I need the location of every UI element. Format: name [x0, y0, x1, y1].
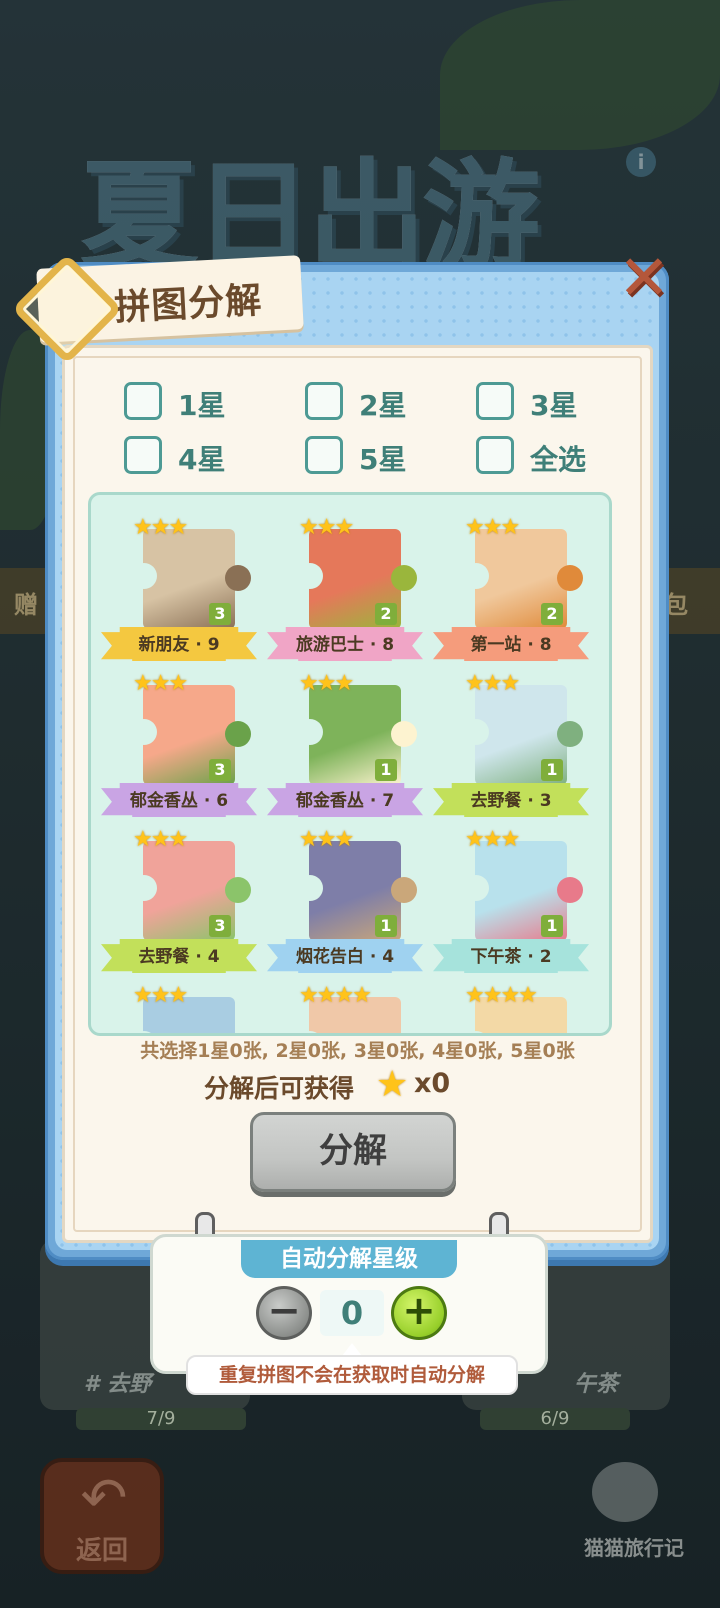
- puzzle-card[interactable]: ★★★★: [263, 983, 427, 1033]
- puzzle-knob: [463, 563, 489, 589]
- filter-3-star[interactable]: 3星: [476, 382, 626, 422]
- puzzle-knob: [391, 565, 417, 591]
- filter-5-star[interactable]: 5星: [305, 436, 455, 476]
- puzzle-card[interactable]: ★★★ 2 旅游巴士 · 8: [263, 515, 427, 665]
- puzzle-knob: [131, 563, 157, 589]
- filter-label: 2星: [359, 389, 407, 422]
- puzzle-knob: [391, 877, 417, 903]
- checkbox[interactable]: [305, 382, 343, 420]
- puzzle-count-badge: 3: [209, 915, 231, 937]
- minus-button[interactable]: −: [256, 1286, 312, 1340]
- close-icon[interactable]: ✕: [616, 247, 672, 309]
- puzzle-card[interactable]: ★★★ 1 烟花告白 · 4: [263, 827, 427, 977]
- puzzle-knob: [297, 719, 323, 745]
- auto-decompose-tip: 重复拼图不会在获取时自动分解: [186, 1355, 518, 1395]
- puzzle-card[interactable]: ★★★ 1 下午茶 · 2: [429, 827, 593, 977]
- star-rating: ★★★: [299, 827, 354, 852]
- puzzle-count-badge: 1: [375, 759, 397, 781]
- puzzle-knob: [297, 563, 323, 589]
- puzzle-card[interactable]: ★★★ 1 去野餐 · 3: [429, 671, 593, 821]
- puzzle-name: 烟花告白 · 4: [295, 947, 395, 967]
- filter-label: 3星: [530, 389, 578, 422]
- puzzle-knob: [225, 565, 251, 591]
- puzzle-card[interactable]: ★★★★: [429, 983, 593, 1033]
- reward-value: x0: [414, 1068, 451, 1099]
- star-rating: ★★★: [133, 983, 188, 1008]
- filter-label: 5星: [359, 443, 407, 476]
- filter-label: 4星: [178, 443, 226, 476]
- star-rating: ★★★: [299, 515, 354, 540]
- star-icon: ★: [376, 1064, 409, 1105]
- puzzle-knob: [463, 875, 489, 901]
- puzzle-card[interactable]: ★★★ 3 去野餐 · 4: [97, 827, 261, 977]
- plus-button[interactable]: +: [391, 1286, 447, 1340]
- puzzle-knob: [391, 721, 417, 747]
- star-rating: ★★★: [133, 515, 188, 540]
- puzzle-count-badge: 1: [541, 915, 563, 937]
- puzzle-name: 第一站 · 8: [470, 635, 552, 655]
- puzzle-knob: [131, 719, 157, 745]
- puzzle-count-badge: 3: [209, 603, 231, 625]
- puzzle-count-badge: 3: [209, 759, 231, 781]
- checkbox[interactable]: [124, 436, 162, 474]
- star-rating: ★★★: [465, 827, 520, 852]
- puzzle-card[interactable]: ★★★ 2 第一站 · 8: [429, 515, 593, 665]
- checkbox[interactable]: [124, 382, 162, 420]
- filter-4-star[interactable]: 4星: [124, 436, 274, 476]
- puzzle-name: 郁金香丛 · 7: [295, 791, 395, 811]
- puzzle-knob: [225, 721, 251, 747]
- puzzle-knob: [557, 721, 583, 747]
- star-rating: ★★★: [465, 671, 520, 696]
- puzzle-count-badge: 2: [375, 603, 397, 625]
- star-rating: ★★★★: [465, 983, 538, 1008]
- puzzle-name: 去野餐 · 3: [470, 791, 552, 811]
- puzzle-knob: [225, 877, 251, 903]
- auto-decompose-value: 0: [320, 1290, 384, 1336]
- puzzle-card[interactable]: ★★★ 3 郁金香丛 · 6: [97, 671, 261, 821]
- puzzle-name: 郁金香丛 · 6: [129, 791, 229, 811]
- dialog-title: 拼图分解: [113, 280, 264, 329]
- filter-2-star[interactable]: 2星: [305, 382, 455, 422]
- puzzle-name: 下午茶 · 2: [470, 947, 552, 967]
- filter-label: 1星: [178, 389, 226, 422]
- filter-label: 全选: [530, 443, 587, 476]
- puzzle-count-badge: 1: [375, 915, 397, 937]
- star-rating: ★★★: [299, 671, 354, 696]
- puzzle-name: 旅游巴士 · 8: [295, 635, 395, 655]
- star-rating: ★★★: [465, 515, 520, 540]
- selection-summary: 共选择1星0张, 2星0张, 3星0张, 4星0张, 5星0张: [140, 1040, 575, 1062]
- filter-select-all[interactable]: 全选: [476, 436, 626, 476]
- puzzle-knob: [297, 875, 323, 901]
- puzzle-name: 去野餐 · 4: [138, 947, 220, 967]
- checkbox[interactable]: [476, 382, 514, 420]
- checkbox[interactable]: [476, 436, 514, 474]
- star-rating: ★★★: [133, 671, 188, 696]
- puzzle-knob: [557, 565, 583, 591]
- puzzle-count-badge: 1: [541, 759, 563, 781]
- auto-decompose-title: 自动分解星级: [241, 1240, 457, 1278]
- star-rating: ★★★★: [299, 983, 372, 1008]
- puzzle-grid[interactable]: ★★★ 3 新朋友 · 9 ★★★ 2 旅游巴士 · 8 ★★★ 2 第一站 · 8 ★★★ 3 郁金…: [88, 492, 612, 1036]
- reward-label: 分解后可获得: [204, 1074, 355, 1103]
- filter-1-star[interactable]: 1星: [124, 382, 274, 422]
- puzzle-card[interactable]: ★★★ 3 新朋友 · 9: [97, 515, 261, 665]
- puzzle-card[interactable]: ★★★ 1 郁金香丛 · 7: [263, 671, 427, 821]
- puzzle-card[interactable]: ★★★: [97, 983, 261, 1033]
- puzzle-knob: [463, 719, 489, 745]
- decompose-button[interactable]: 分解: [250, 1112, 456, 1192]
- puzzle-count-badge: 2: [541, 603, 563, 625]
- puzzle-name: 新朋友 · 9: [138, 635, 220, 655]
- puzzle-knob: [131, 875, 157, 901]
- checkbox[interactable]: [305, 436, 343, 474]
- star-rating: ★★★: [133, 827, 188, 852]
- puzzle-knob: [557, 877, 583, 903]
